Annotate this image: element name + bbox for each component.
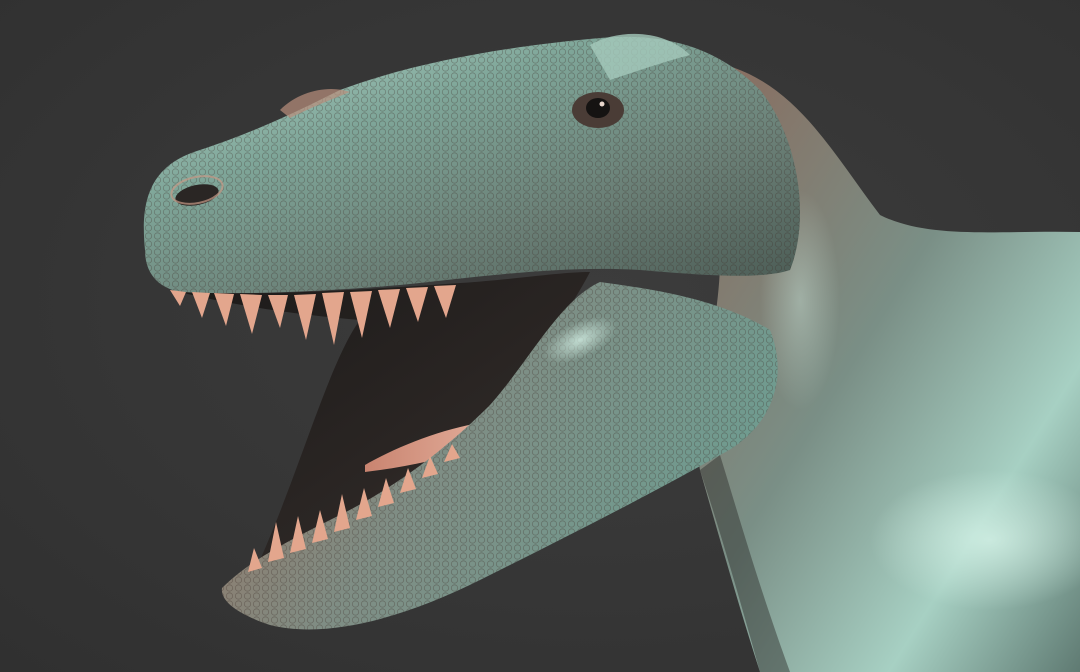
dinosaur-render bbox=[143, 33, 1080, 672]
render-viewport bbox=[0, 0, 1080, 672]
head-scale-texture bbox=[143, 36, 800, 294]
eye bbox=[586, 98, 610, 118]
eye-glint bbox=[599, 101, 605, 107]
